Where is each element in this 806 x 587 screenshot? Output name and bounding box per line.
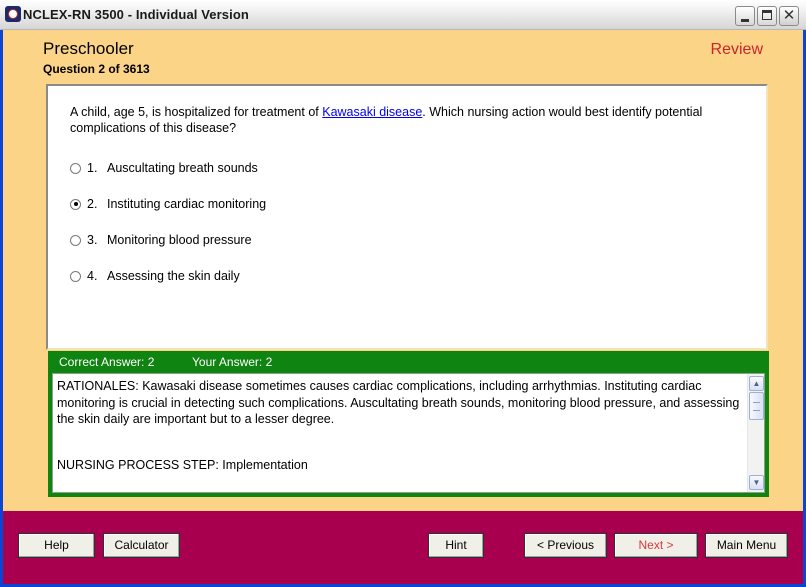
chevron-down-icon: ▼ bbox=[752, 478, 761, 487]
choice-2[interactable]: 2. Instituting cardiac monitoring bbox=[70, 195, 266, 213]
choice-1-radio[interactable] bbox=[70, 162, 81, 174]
kawasaki-disease-link[interactable]: Kawasaki disease bbox=[322, 105, 422, 119]
question-counter: Question 2 of 3613 bbox=[43, 62, 150, 76]
next-button-label: Next > bbox=[638, 538, 674, 552]
choice-4-radio[interactable] bbox=[70, 270, 81, 282]
choice-4-number: 4. bbox=[87, 269, 98, 283]
correct-answer: Correct Answer: 2 bbox=[59, 355, 155, 369]
scroll-thumb[interactable] bbox=[749, 392, 764, 420]
answer-summary: Correct Answer: 2 Your Answer: 2 bbox=[48, 351, 769, 371]
chevron-up-icon: ▲ bbox=[752, 379, 761, 388]
answer-panel: Correct Answer: 2 Your Answer: 2 RATIONA… bbox=[48, 351, 769, 497]
footer-bar: Help Calculator Hint < Previous Next > M… bbox=[3, 511, 803, 584]
choice-3-number: 3. bbox=[87, 233, 98, 247]
topic-title: Preschooler bbox=[43, 39, 134, 58]
previous-button[interactable]: < Previous bbox=[524, 533, 607, 558]
choice-2-radio[interactable] bbox=[70, 198, 81, 210]
hint-button[interactable]: Hint bbox=[428, 533, 484, 558]
choice-1[interactable]: 1. Auscultating breath sounds bbox=[70, 159, 258, 177]
help-button[interactable]: Help bbox=[18, 533, 95, 558]
rationale-scrollbar[interactable]: ▲ ▼ bbox=[747, 374, 764, 492]
close-button[interactable]: ✕ bbox=[779, 6, 799, 26]
nursing-process-step: NURSING PROCESS STEP: Implementation bbox=[57, 458, 308, 472]
next-button[interactable]: Next > bbox=[614, 533, 698, 558]
hint-button-label: Hint bbox=[445, 538, 467, 552]
question-panel: A child, age 5, is hospitalized for trea… bbox=[46, 84, 768, 350]
minimize-icon bbox=[741, 19, 749, 22]
mode-label: Review bbox=[710, 41, 763, 58]
main-menu-button-label: Main Menu bbox=[716, 538, 777, 552]
app-window: NCLEX-RN 3500 - Individual Version ✕ Pre… bbox=[0, 0, 806, 587]
help-button-label: Help bbox=[44, 538, 69, 552]
previous-button-label: < Previous bbox=[536, 538, 595, 552]
choice-3-radio[interactable] bbox=[70, 234, 81, 246]
close-icon: ✕ bbox=[782, 7, 796, 24]
choice-3-text: Monitoring blood pressure bbox=[107, 233, 252, 247]
choice-2-number: 2. bbox=[87, 197, 98, 211]
main-menu-button[interactable]: Main Menu bbox=[705, 533, 788, 558]
scroll-up-button[interactable]: ▲ bbox=[749, 376, 764, 391]
choice-3[interactable]: 3. Monitoring blood pressure bbox=[70, 231, 252, 249]
stem-text-start: A child, age 5, is hospitalized for trea… bbox=[70, 105, 323, 119]
calculator-button-label: Calculator bbox=[114, 538, 169, 552]
choice-2-text: Instituting cardiac monitoring bbox=[107, 197, 267, 211]
app-icon[interactable] bbox=[5, 6, 21, 22]
question-stem: A child, age 5, is hospitalized for trea… bbox=[70, 104, 750, 136]
choice-4-text: Assessing the skin daily bbox=[107, 269, 240, 283]
choice-1-number: 1. bbox=[87, 161, 98, 175]
choice-1-text: Auscultating breath sounds bbox=[107, 161, 258, 175]
rationale-text: RATIONALES: Kawasaki disease sometimes c… bbox=[57, 379, 740, 426]
maximize-icon bbox=[762, 10, 772, 20]
window-title: NCLEX-RN 3500 - Individual Version bbox=[23, 7, 249, 22]
rationale-textbox[interactable]: RATIONALES: Kawasaki disease sometimes c… bbox=[52, 373, 765, 493]
scroll-down-button[interactable]: ▼ bbox=[749, 475, 764, 490]
your-answer: Your Answer: 2 bbox=[192, 355, 273, 369]
maximize-button[interactable] bbox=[757, 6, 777, 26]
title-bar[interactable]: NCLEX-RN 3500 - Individual Version ✕ bbox=[0, 0, 806, 30]
calculator-button[interactable]: Calculator bbox=[103, 533, 180, 558]
minimize-button[interactable] bbox=[735, 6, 755, 26]
choice-4[interactable]: 4. Assessing the skin daily bbox=[70, 267, 240, 285]
